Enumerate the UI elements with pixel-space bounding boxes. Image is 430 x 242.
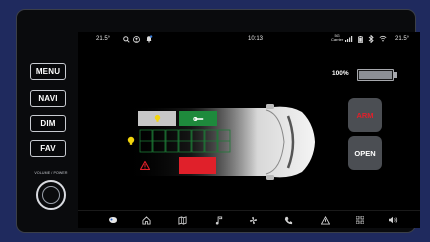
battery-indicator — [357, 69, 394, 81]
volume-icon[interactable] — [386, 214, 400, 226]
warning-icon[interactable] — [318, 214, 332, 226]
bell-icon[interactable] — [145, 35, 153, 45]
signal-bars-icon — [345, 36, 353, 44]
light-slot-top-left[interactable] — [138, 111, 176, 126]
bulb-icon — [154, 114, 160, 122]
battery-percent: 100% — [332, 70, 349, 77]
head-unit-bezel: MENU NAVI DIM FAV VOLUME / POWER 21.5° 1… — [16, 9, 420, 233]
service-slot[interactable] — [179, 111, 217, 126]
music-icon[interactable] — [212, 214, 226, 226]
battery-fill — [359, 71, 392, 79]
battery-small-icon — [358, 36, 363, 45]
warning-icon — [140, 161, 150, 170]
navi-button[interactable]: NAVI — [30, 90, 66, 107]
carrier: 5G Carrier — [331, 34, 343, 42]
wifi-icon[interactable] — [379, 35, 387, 44]
temp-right: 21.5° — [395, 36, 410, 42]
warning-slot-icon — [138, 158, 152, 173]
open-button[interactable]: OPEN — [348, 136, 382, 170]
knob-center — [42, 186, 60, 204]
wrench-icon — [192, 116, 203, 121]
carrier-name: Carrier — [331, 37, 344, 42]
home-icon[interactable] — [139, 214, 153, 226]
temp-left: 21.5° — [96, 36, 111, 42]
arm-button[interactable]: ARM — [348, 98, 382, 132]
bottom-dock — [78, 210, 420, 228]
menu-button[interactable]: MENU — [30, 63, 66, 80]
bluetooth-icon[interactable] — [368, 34, 374, 45]
user-icon[interactable] — [133, 36, 140, 45]
dim-button[interactable]: DIM — [30, 115, 66, 132]
van-diagram — [116, 102, 321, 182]
map-icon[interactable] — [175, 214, 189, 226]
volume-power-knob[interactable]: VOLUME / POWER — [30, 171, 72, 216]
battery-tip — [394, 72, 397, 78]
alert-slot[interactable] — [179, 157, 216, 174]
clock: 10:13 — [248, 36, 264, 42]
touch-screen: 21.5° 10:13 5G Carrier 21.5° 100% ARM OP… — [78, 32, 420, 228]
status-bar: 21.5° 10:13 5G Carrier 21.5° — [78, 32, 420, 46]
light-slot-left[interactable] — [124, 133, 138, 148]
fan-icon[interactable] — [246, 214, 260, 226]
fav-button[interactable]: FAV — [30, 140, 66, 157]
home-icon[interactable] — [106, 214, 120, 226]
bulb-icon — [127, 136, 135, 145]
phone-icon[interactable] — [281, 214, 295, 226]
apps-icon[interactable] — [353, 214, 367, 226]
search-icon[interactable] — [123, 36, 130, 45]
knob-label: VOLUME / POWER — [34, 171, 68, 175]
